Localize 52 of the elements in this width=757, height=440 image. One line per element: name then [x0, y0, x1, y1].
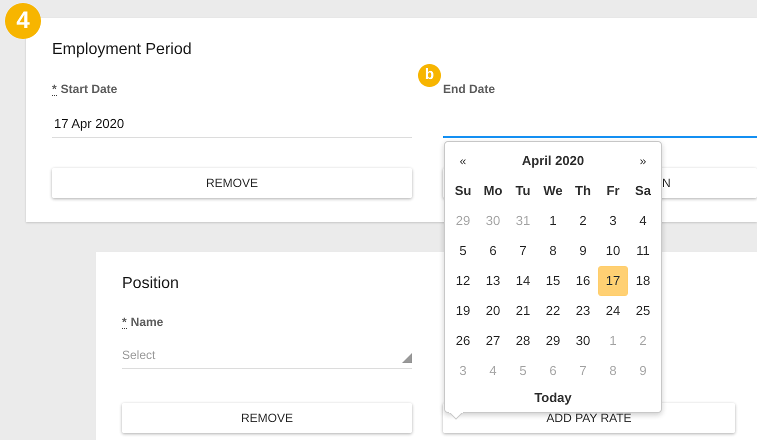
calendar-day[interactable]: 6 [478, 236, 508, 266]
step-badge: 4 [5, 3, 41, 39]
calendar-day[interactable]: 19 [448, 296, 478, 326]
calendar-day[interactable]: 4 [628, 206, 658, 236]
calendar-day[interactable]: 25 [628, 296, 658, 326]
calendar-day[interactable]: 12 [448, 266, 478, 296]
calendar-day[interactable]: 20 [478, 296, 508, 326]
required-mark: * [122, 316, 127, 328]
calendar-day[interactable]: 29 [538, 326, 568, 356]
calendar-day[interactable]: 24 [598, 296, 628, 326]
calendar-day[interactable]: 8 [538, 236, 568, 266]
calendar-day[interactable]: 5 [448, 236, 478, 266]
calendar-day[interactable]: 13 [478, 266, 508, 296]
calendar-day[interactable]: 22 [538, 296, 568, 326]
dropdown-icon [402, 352, 412, 362]
weekday-label: Th [574, 182, 592, 200]
weekday-label: Tu [514, 182, 532, 200]
card-title: Employment Period [52, 40, 192, 60]
required-mark: * [52, 82, 57, 96]
calendar-day[interactable]: 9 [568, 236, 598, 266]
weekday-label: Mo [482, 182, 504, 200]
calendar-day[interactable]: 30 [568, 326, 598, 356]
calendar-day[interactable]: 21 [508, 296, 538, 326]
calendar-day[interactable]: 1 [538, 206, 568, 236]
card-title: Position [122, 274, 179, 294]
action-button[interactable]: REMOVE [52, 168, 412, 198]
weekday-label: Su [454, 182, 472, 200]
field-label: End Date [443, 81, 496, 98]
calendar-day[interactable]: 15 [538, 266, 568, 296]
calendar-day[interactable]: 3 [598, 206, 628, 236]
calendar-day[interactable]: 17 [598, 266, 628, 296]
calendar-day[interactable]: 26 [448, 326, 478, 356]
weekday-label: We [542, 182, 564, 200]
weekday-label: Sa [634, 182, 652, 200]
calendar-day[interactable]: 11 [628, 236, 658, 266]
previous-month-button[interactable]: « [448, 152, 478, 170]
calendar-day[interactable]: 7 [508, 236, 538, 266]
calendar-day[interactable]: 14 [508, 266, 538, 296]
calendar-day[interactable]: 28 [508, 326, 538, 356]
field-label: Name [130, 314, 164, 331]
weekday-label: Fr [606, 182, 620, 200]
calendar-day[interactable]: 16 [568, 266, 598, 296]
calendar-day[interactable]: 27 [478, 326, 508, 356]
month-title[interactable]: April 2020 [478, 151, 628, 171]
calendar-day[interactable]: 10 [598, 236, 628, 266]
next-month-button[interactable]: » [628, 152, 658, 170]
action-button[interactable]: REMOVE [122, 403, 412, 433]
field-label: Start Date [60, 81, 118, 98]
calendar-day[interactable]: 23 [568, 296, 598, 326]
date-field[interactable]: 17 Apr 2020 [52, 110, 412, 138]
calendar-day[interactable]: 18 [628, 266, 658, 296]
calendar-day[interactable]: 2 [568, 206, 598, 236]
